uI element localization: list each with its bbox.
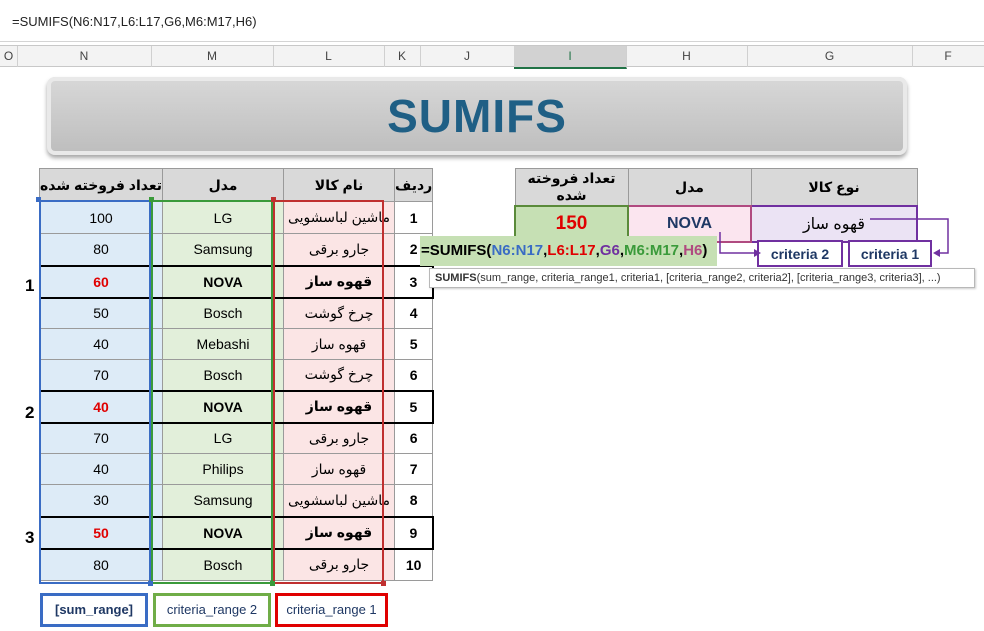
match-number-1: 1 — [25, 276, 35, 295]
cell-row-number[interactable]: 6 — [394, 422, 434, 454]
result-header-model: مدل — [627, 168, 752, 207]
formula-edit-cell[interactable]: =SUMIFS(N6:N17,L6:L17,G6,M6:M17,H6) — [420, 236, 717, 266]
criteria-arrows — [719, 218, 949, 257]
match-number-2: 2 — [25, 403, 35, 422]
cell-row-number[interactable]: 8 — [394, 484, 434, 517]
criteria-range-1-highlight — [273, 200, 384, 584]
result-header-row: تعداد فروخته شده مدل نوع کالا — [514, 168, 918, 207]
banner-title: SUMIFS — [387, 90, 567, 142]
cell-row-number[interactable]: 4 — [394, 297, 434, 329]
tooltip-arguments: (sum_range, criteria_range1, criteria1, … — [476, 272, 941, 284]
header-row-number: ردیف — [394, 168, 434, 202]
result-header-type: نوع کالا — [750, 168, 918, 207]
column-header-l[interactable]: L — [273, 46, 385, 67]
match-number-3: 3 — [25, 528, 35, 547]
formula-arg-criteria-1: G6 — [599, 242, 620, 259]
range-handle[interactable] — [148, 581, 153, 586]
header-model: مدل — [162, 168, 285, 202]
criteria-range-2-label: criteria_range 2 — [153, 593, 271, 627]
criteria-2-arrow — [719, 232, 754, 254]
column-header-o[interactable]: O — [0, 46, 18, 67]
column-header-f[interactable]: F — [912, 46, 984, 67]
cell-row-number[interactable]: 10 — [394, 548, 434, 581]
column-header-n[interactable]: N — [17, 46, 152, 67]
formula-bar[interactable]: =SUMIFS(N6:N17,L6:L17,G6,M6:M17,H6) — [0, 0, 984, 42]
column-header-k[interactable]: K — [384, 46, 421, 67]
range-handle[interactable] — [149, 197, 154, 202]
cell-row-number[interactable]: 6 — [394, 359, 434, 391]
range-handle[interactable] — [271, 197, 276, 202]
formula-arg-criteria-range-2: M6:M17 — [624, 242, 680, 259]
formula-arg-criteria-range-1: L6:L17 — [547, 242, 596, 259]
column-header-bar: O N M L K J I H G F — [0, 45, 984, 69]
cell-row-number[interactable]: 5 — [394, 328, 434, 360]
criteria-range-2-highlight — [151, 200, 273, 584]
arrow-head-icon — [754, 249, 761, 257]
header-product-name: نام کالا — [283, 168, 396, 202]
cell-row-number[interactable]: 7 — [394, 453, 434, 485]
sum-range-highlight — [39, 200, 151, 584]
column-header-h[interactable]: H — [626, 46, 748, 67]
result-header-sold: تعداد فروخته شده — [514, 168, 629, 207]
title-banner: SUMIFS — [47, 77, 907, 155]
column-header-j[interactable]: J — [420, 46, 515, 67]
tooltip-function-name[interactable]: SUMIFS — [435, 272, 477, 284]
cell-row-number[interactable]: 3 — [394, 264, 434, 299]
range-handle[interactable] — [381, 581, 386, 586]
cell-row-number[interactable]: 9 — [394, 515, 434, 550]
arrow-head-icon — [933, 249, 940, 257]
function-tooltip: SUMIFS(sum_range, criteria_range1, crite… — [429, 268, 975, 288]
table-header-row: تعداد فروخته شده مدل نام کالا ردیف — [38, 168, 434, 202]
criteria-1-arrow — [870, 218, 949, 254]
formula-arg-sum-range: N6:N17 — [491, 242, 544, 259]
range-handle[interactable] — [36, 197, 41, 202]
range-handle[interactable] — [270, 581, 275, 586]
criteria-range-1-label: criteria_range 1 — [275, 593, 388, 627]
header-sold-count: تعداد فروخته شده — [38, 168, 164, 202]
formula-prefix: =SUMIFS( — [421, 242, 492, 259]
cell-row-number[interactable]: 5 — [394, 389, 434, 424]
cell-row-number[interactable]: 1 — [394, 201, 434, 234]
column-header-g[interactable]: G — [747, 46, 913, 67]
sum-range-label: [sum_range] — [40, 593, 148, 627]
column-header-i[interactable]: I — [514, 46, 627, 69]
column-header-m[interactable]: M — [151, 46, 274, 67]
formula-bar-text[interactable]: =SUMIFS(N6:N17,L6:L17,G6,M6:M17,H6) — [12, 14, 257, 29]
